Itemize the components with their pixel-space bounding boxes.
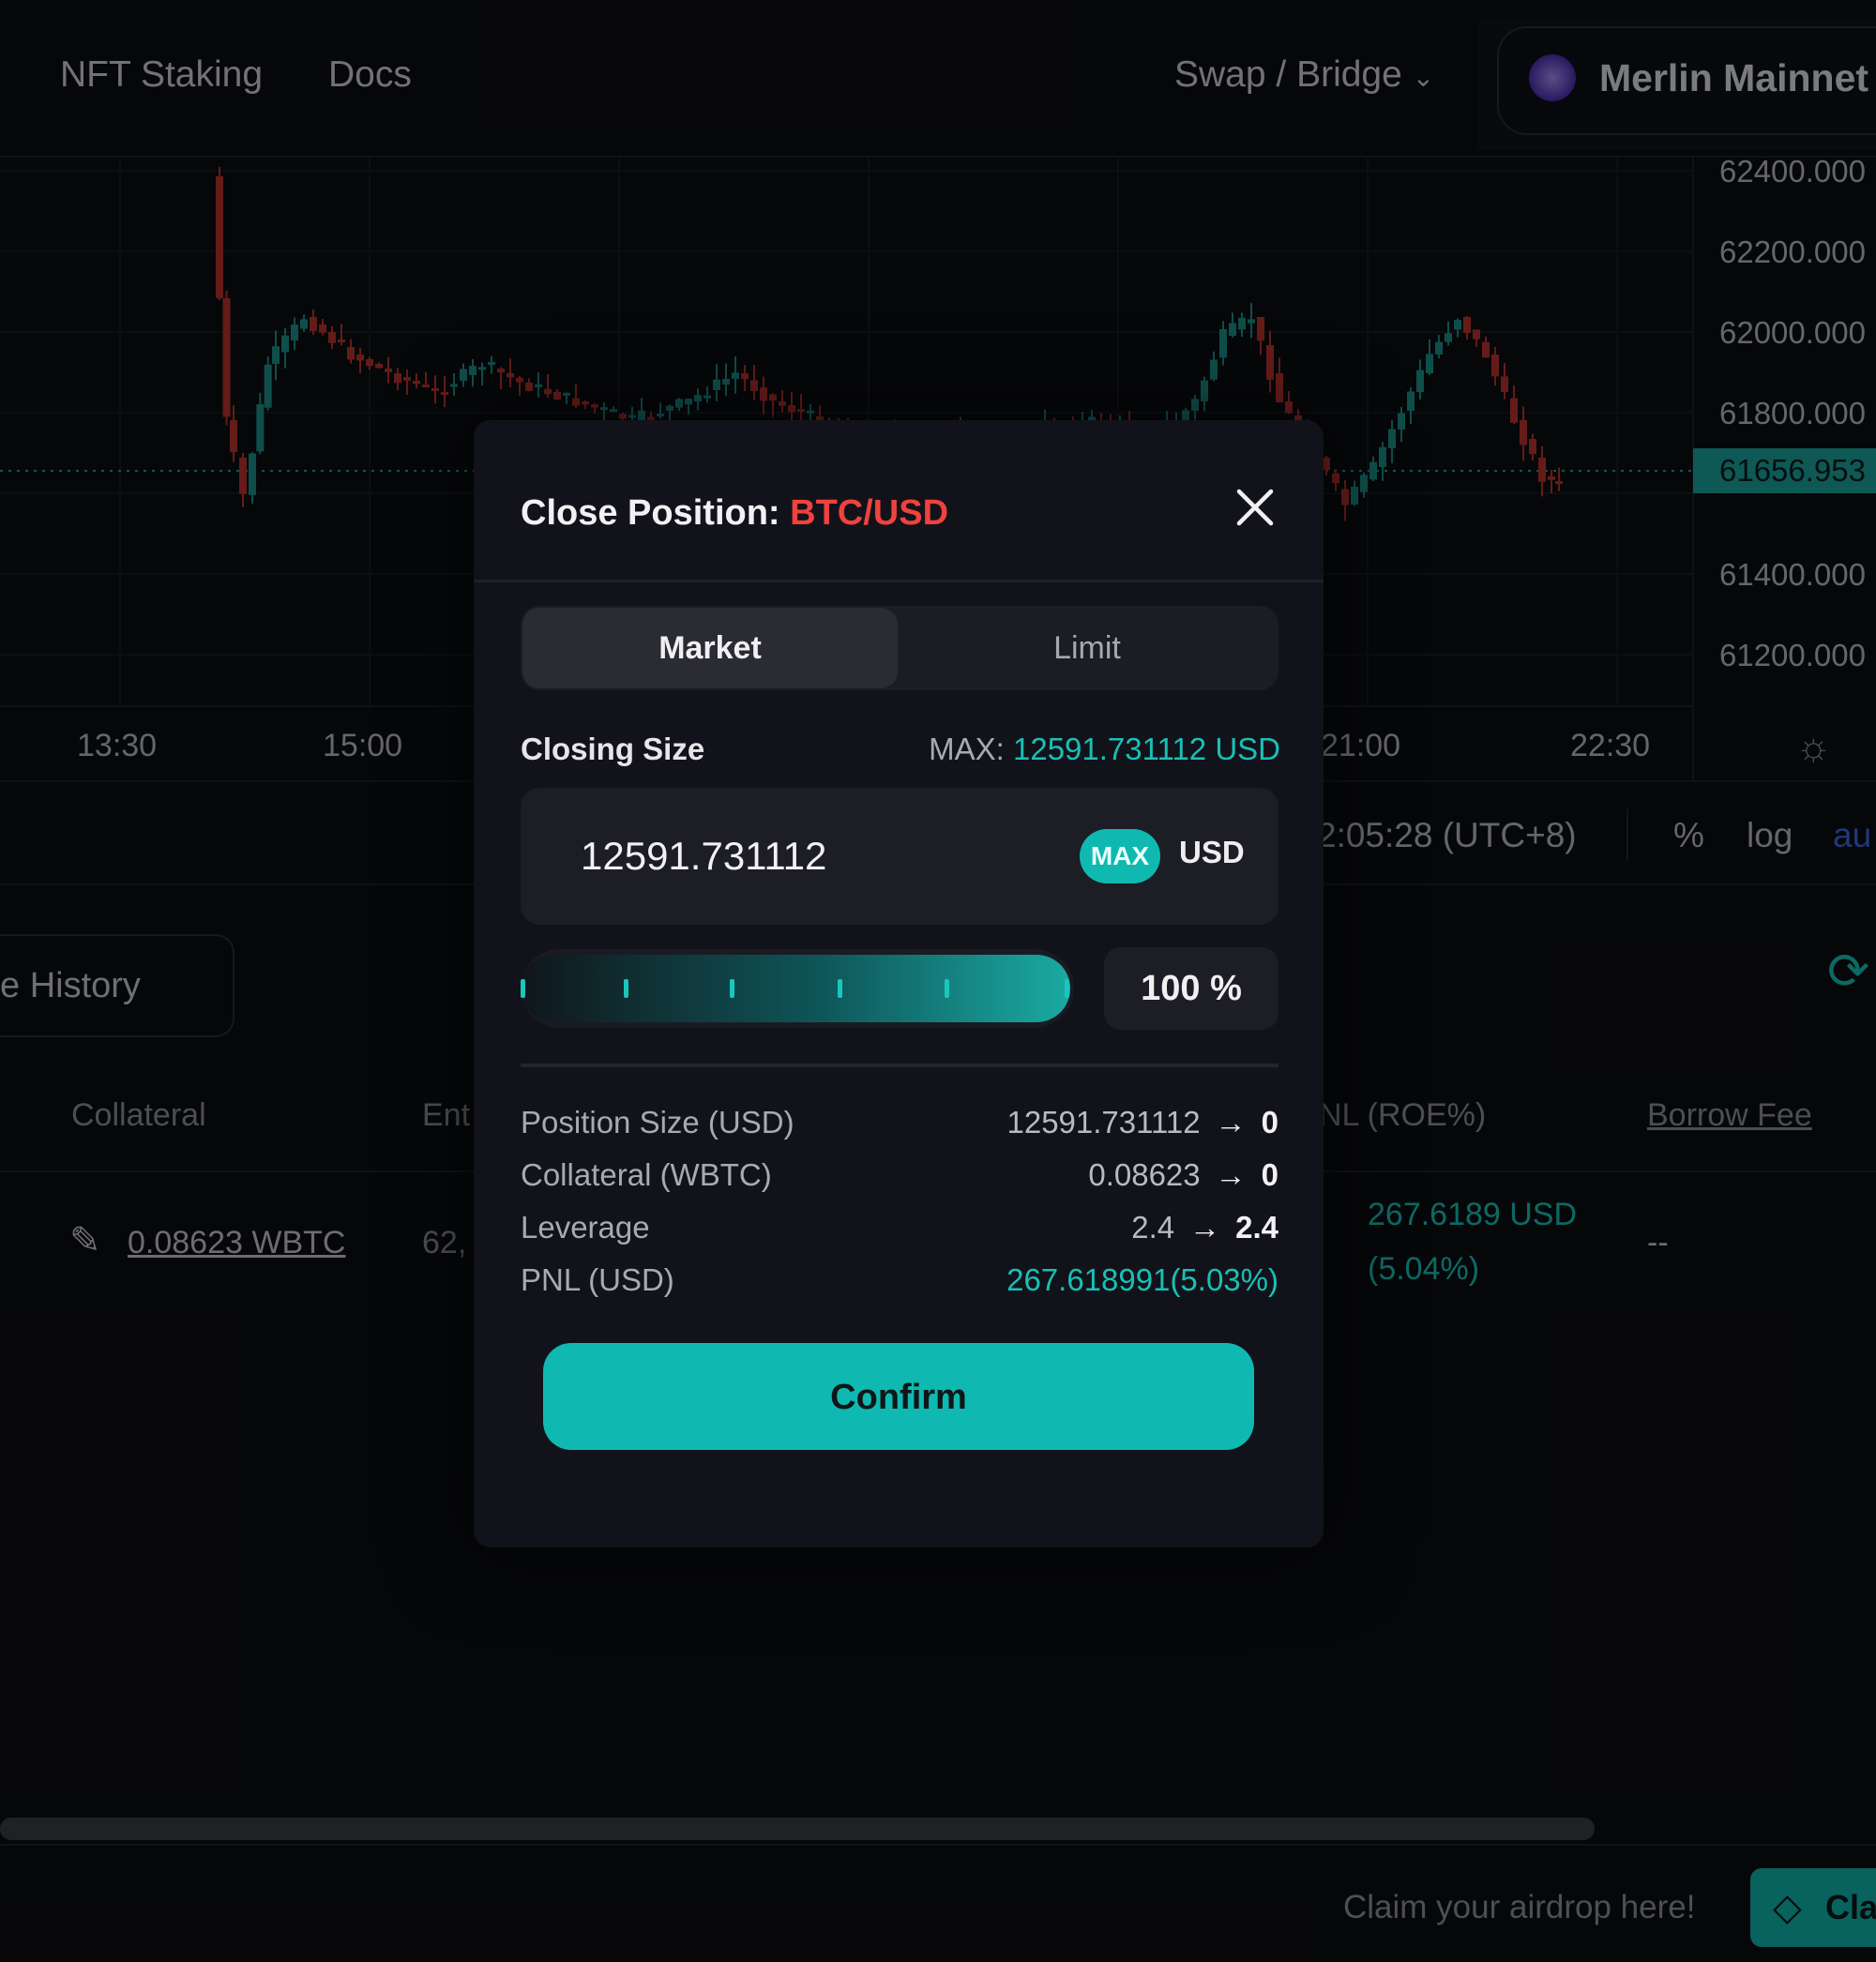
pnl-label: PNL (USD) [521, 1262, 674, 1297]
tab-limit[interactable]: Limit [898, 608, 1277, 688]
leverage-change: 2.4 → 2.4 [1131, 1210, 1278, 1245]
modal-title-pair: BTC/USD [790, 493, 949, 533]
collateral-change: 0.08623 → 0 [1088, 1157, 1278, 1193]
confirm-button[interactable]: Confirm [543, 1343, 1254, 1450]
tab-market[interactable]: Market [522, 608, 898, 688]
position-size-change: 12591.731112 → 0 [1006, 1105, 1278, 1140]
to-value: 0 [1261, 1157, 1278, 1192]
slider-tick [521, 979, 525, 998]
position-size-label: Position Size (USD) [521, 1105, 794, 1139]
from-value: 0.08623 [1088, 1157, 1201, 1192]
slider-tick [730, 979, 734, 998]
closing-size-label: Closing Size [521, 732, 705, 766]
modal-title: Close Position: BTC/USD [521, 493, 948, 534]
close-icon[interactable] [1233, 486, 1277, 529]
summary-divider [521, 1064, 1278, 1067]
unit-label: USD [1179, 835, 1245, 869]
max-size-value: 12591.731112 USD [1013, 732, 1280, 766]
arrow-right-icon: → [1189, 1210, 1221, 1245]
slider-handle[interactable] [1065, 979, 1069, 998]
slider-tick [838, 979, 842, 998]
to-value: 0 [1261, 1105, 1278, 1139]
slider-tick [945, 979, 949, 998]
closing-size-input[interactable] [579, 833, 1033, 880]
percent-input[interactable]: 100 % [1104, 947, 1278, 1030]
modal-header-divider [474, 580, 1324, 582]
to-value: 2.4 [1235, 1210, 1278, 1245]
modal-title-prefix: Close Position: [521, 493, 780, 533]
from-value: 12591.731112 [1006, 1105, 1201, 1139]
percent-slider-fill [521, 955, 1070, 1022]
slider-tick [624, 979, 628, 998]
max-prefix: MAX: [929, 732, 1005, 766]
from-value: 2.4 [1131, 1210, 1175, 1245]
pnl-value: 267.618991(5.03%) [1006, 1262, 1278, 1297]
collateral-label: Collateral (WBTC) [521, 1157, 772, 1192]
max-size-readout: MAX: 12591.731112 USD [929, 732, 1280, 767]
arrow-right-icon: → [1215, 1105, 1247, 1139]
close-position-modal: Close Position: BTC/USD Market Limit Clo… [474, 420, 1324, 1547]
leverage-label: Leverage [521, 1210, 650, 1245]
max-button[interactable]: MAX [1080, 829, 1160, 883]
arrow-right-icon: → [1215, 1157, 1247, 1192]
